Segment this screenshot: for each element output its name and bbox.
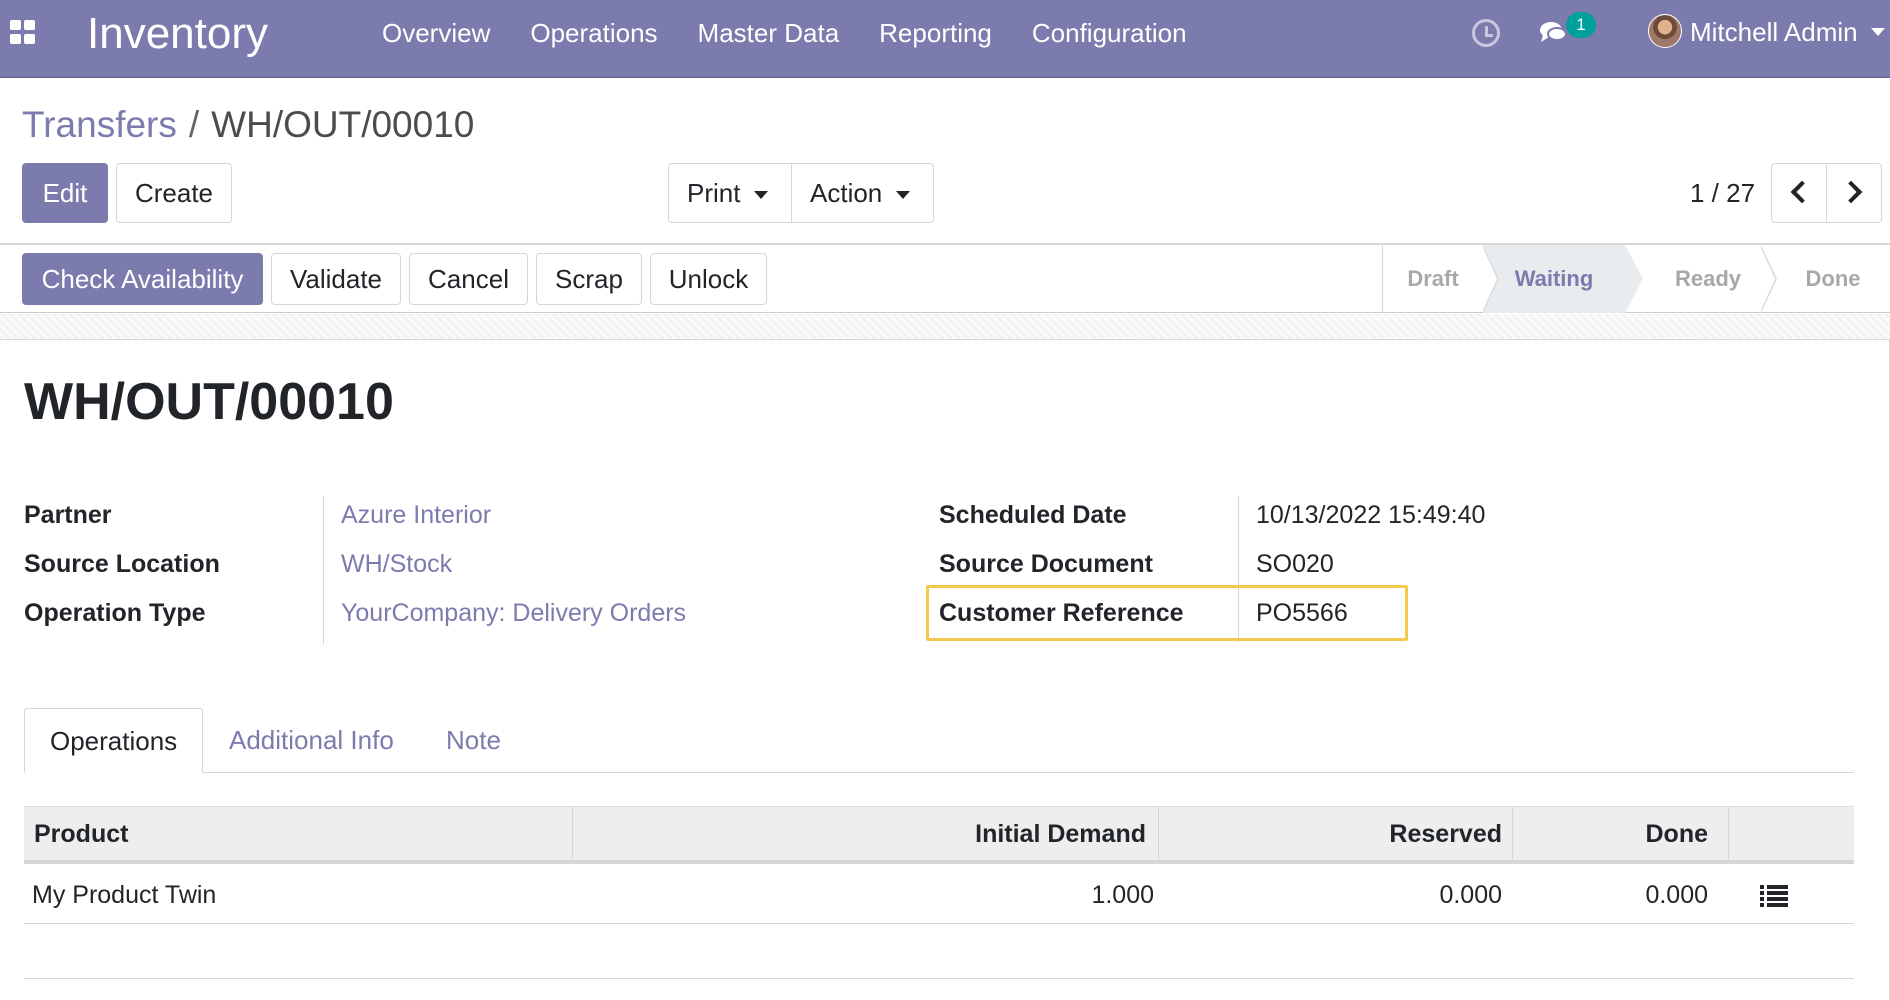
main-menu: Overview Operations Master Data Reportin… [362, 0, 1207, 66]
source-location-value[interactable]: WH/Stock [341, 547, 452, 581]
stage-ready[interactable]: Ready [1643, 245, 1773, 313]
column-product[interactable]: Product [34, 807, 128, 861]
check-availability-button[interactable]: Check Availability [22, 253, 263, 305]
activity-clock-icon[interactable] [1472, 19, 1500, 47]
messages-count-badge: 1 [1566, 12, 1596, 38]
apps-menu-icon[interactable] [10, 20, 36, 44]
cell-reserved[interactable]: 0.000 [1158, 866, 1502, 924]
sheet-background [0, 314, 1890, 340]
pager-value[interactable]: 1 / 27 [1690, 178, 1755, 208]
chevron-right-icon [1839, 180, 1863, 204]
scheduled-date-value: 10/13/2022 15:49:40 [1256, 501, 1486, 529]
chevron-down-icon[interactable] [1871, 28, 1885, 36]
breadcrumb: Transfers / WH/OUT/00010 [22, 100, 474, 150]
tab-operations[interactable]: Operations [24, 708, 204, 773]
label-source-document: Source Document [939, 550, 1153, 578]
label-partner: Partner [24, 501, 112, 529]
print-label: Print [687, 178, 741, 208]
customer-reference-highlight [926, 585, 1408, 641]
caret-down-icon [896, 191, 911, 200]
table-footer-line [24, 978, 1854, 979]
app-title[interactable]: Inventory [87, 5, 268, 63]
field-separator [323, 496, 324, 644]
cell-product[interactable]: My Product Twin [32, 866, 216, 924]
stage-waiting[interactable]: Waiting [1483, 245, 1625, 313]
chat-icon[interactable] [1538, 18, 1568, 48]
label-scheduled-date: Scheduled Date [939, 501, 1127, 529]
breadcrumb-transfers[interactable]: Transfers [22, 104, 177, 145]
table-header: Product Initial Demand Reserved Done [24, 806, 1854, 864]
menu-reporting[interactable]: Reporting [859, 0, 1012, 66]
stage-arrow [1625, 245, 1643, 313]
stage-pipeline: Draft Waiting Ready Done [1382, 245, 1890, 313]
tab-additional-info[interactable]: Additional Info [204, 708, 419, 773]
breadcrumb-current: WH/OUT/00010 [211, 104, 475, 145]
unlock-button[interactable]: Unlock [650, 253, 767, 305]
column-separator [1728, 807, 1729, 861]
stage-done[interactable]: Done [1775, 245, 1890, 313]
action-dropdown[interactable]: Action [791, 163, 934, 223]
stage-draft[interactable]: Draft [1383, 245, 1483, 313]
menu-configuration[interactable]: Configuration [1012, 0, 1207, 66]
caret-down-icon [754, 191, 769, 200]
form-statusbar: Check Availability Validate Cancel Scrap… [0, 245, 1890, 313]
label-operation-type: Operation Type [24, 599, 206, 627]
cancel-button[interactable]: Cancel [409, 253, 528, 305]
column-done[interactable]: Done [1512, 807, 1709, 861]
pager-next-button[interactable] [1826, 163, 1882, 223]
menu-overview[interactable]: Overview [362, 0, 510, 66]
column-initial-demand[interactable]: Initial Demand [572, 807, 1146, 861]
edit-button[interactable]: Edit [22, 163, 108, 223]
source-document-value: SO020 [1256, 550, 1334, 578]
detailed-operations-list-icon[interactable] [1760, 885, 1788, 907]
table-row[interactable]: My Product Twin 1.000 0.000 0.000 [24, 866, 1854, 924]
menu-operations[interactable]: Operations [510, 0, 677, 66]
breadcrumb-separator: / [188, 104, 200, 145]
scrap-button[interactable]: Scrap [536, 253, 642, 305]
record-title: WH/OUT/00010 [24, 373, 394, 431]
partner-value[interactable]: Azure Interior [341, 498, 491, 532]
pager-previous-button[interactable] [1771, 163, 1827, 223]
top-navbar: Inventory Overview Operations Master Dat… [0, 0, 1890, 78]
menu-master-data[interactable]: Master Data [678, 0, 860, 66]
operation-type-value[interactable]: YourCompany: Delivery Orders [341, 596, 686, 630]
action-label: Action [810, 178, 883, 208]
label-source-location: Source Location [24, 550, 220, 578]
cell-done[interactable]: 0.000 [1512, 866, 1708, 924]
stage-separator [1482, 245, 1499, 313]
chevron-left-icon [1790, 180, 1814, 204]
tab-note[interactable]: Note [421, 708, 526, 773]
column-reserved[interactable]: Reserved [1158, 807, 1502, 861]
avatar[interactable] [1648, 14, 1682, 48]
validate-button[interactable]: Validate [271, 253, 401, 305]
create-button[interactable]: Create [116, 163, 232, 223]
cell-initial-demand[interactable]: 1.000 [572, 866, 1154, 924]
user-menu[interactable]: Mitchell Admin [1690, 13, 1858, 51]
print-dropdown[interactable]: Print [668, 163, 792, 223]
